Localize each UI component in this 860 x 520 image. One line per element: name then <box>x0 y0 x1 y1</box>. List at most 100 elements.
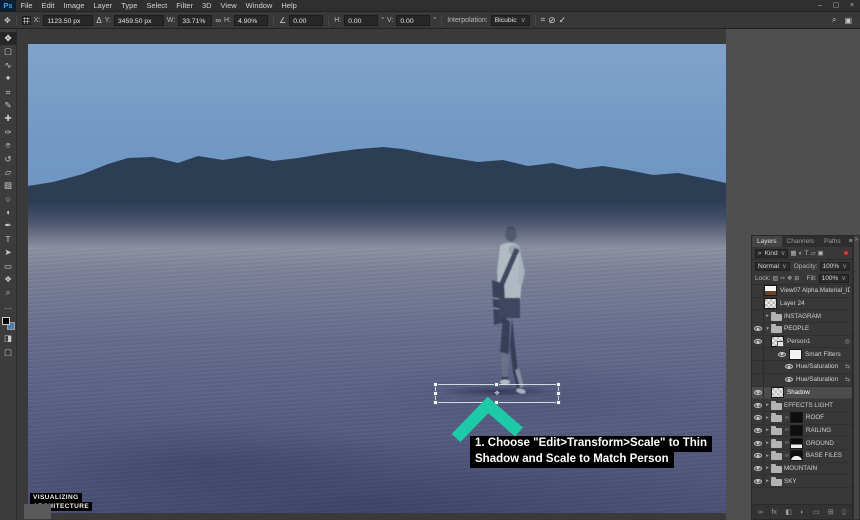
cancel-transform-icon[interactable]: ⊘ <box>548 15 556 26</box>
eye-icon[interactable] <box>785 377 793 382</box>
kind-filter-dropdown[interactable]: ⌕ Kind ∨ <box>755 249 788 258</box>
caret-right-icon[interactable]: ▸ <box>764 402 771 408</box>
layer-row-person1[interactable]: Person1◎ <box>752 336 852 349</box>
lock-transparency-icon[interactable]: ▨ <box>773 275 779 282</box>
layer-row-effects-light[interactable]: ▸EFFECTS LIGHT <box>752 399 852 412</box>
warp-mode-icon[interactable]: ⌗ <box>541 15 546 25</box>
quick-mask-icon[interactable]: ◨ <box>0 332 17 345</box>
caret-right-icon[interactable]: ▸ <box>764 427 771 433</box>
color-swatches[interactable] <box>2 317 15 330</box>
foreground-color-swatch[interactable] <box>2 317 10 325</box>
visibility-toggle[interactable] <box>752 361 764 373</box>
caret-right-icon[interactable]: ▸ <box>764 453 771 459</box>
caret-right-icon[interactable]: ▸ <box>764 415 771 421</box>
screen-mode-icon[interactable]: ▢ <box>0 346 17 359</box>
status-zoom-box[interactable] <box>24 504 51 519</box>
eye-icon[interactable] <box>785 364 793 369</box>
layer-style-icon[interactable]: fx <box>771 509 776 516</box>
maintain-aspect-icon[interactable]: ∞ <box>215 16 221 25</box>
menu-edit[interactable]: Edit <box>37 0 59 12</box>
visibility-toggle[interactable] <box>752 450 764 462</box>
history-brush-tool[interactable]: ↺ <box>0 153 17 166</box>
type-tool[interactable]: T <box>0 233 17 246</box>
dodge-tool[interactable]: ◖ <box>0 206 17 219</box>
layer-row-base-files[interactable]: ▸∞BASE FILES <box>752 450 852 463</box>
visibility-toggle[interactable] <box>752 310 764 322</box>
interpolation-dropdown[interactable]: Bicubic ∨ <box>491 15 530 26</box>
search-icon[interactable]: ⌕ <box>832 15 836 25</box>
relative-position-icon[interactable]: Δ <box>96 16 101 25</box>
visibility-toggle[interactable] <box>752 298 764 310</box>
quick-selection-tool[interactable]: ✦ <box>0 72 17 85</box>
transform-handle-w[interactable] <box>433 391 438 396</box>
v-skew-field[interactable]: 0.00 <box>396 15 430 26</box>
caret-right-icon[interactable]: ▸ <box>764 440 771 446</box>
menu-window[interactable]: Window <box>241 0 277 12</box>
eye-icon[interactable] <box>778 352 786 357</box>
filter-type-icon[interactable]: T <box>805 250 809 257</box>
restore-button[interactable]: ▢ <box>828 0 844 12</box>
layer-option-icon[interactable]: ⇆ <box>845 363 850 370</box>
add-mask-icon[interactable]: ◧ <box>785 508 792 516</box>
layer-row-smart-filters[interactable]: Smart Filters <box>752 348 852 361</box>
filter-smart-object-icon[interactable]: ▣ <box>818 249 824 257</box>
width-field[interactable]: 33.71% <box>178 15 212 26</box>
pen-tool[interactable]: ✒ <box>0 219 17 232</box>
hand-tool[interactable]: ❖ <box>0 273 17 286</box>
eyedropper-tool[interactable]: ✎ <box>0 99 17 112</box>
tab-channels[interactable]: Channels <box>782 236 819 247</box>
tab-layers[interactable]: Layers <box>752 236 782 247</box>
tool-preset-icon[interactable]: ✥ <box>4 16 11 25</box>
new-layer-icon[interactable]: ⊞ <box>828 508 834 516</box>
blend-mode-dropdown[interactable]: Normal ∨ <box>755 262 790 271</box>
visibility-toggle[interactable] <box>752 323 764 335</box>
path-selection-tool[interactable]: ➤ <box>0 246 17 259</box>
delete-layer-icon[interactable]: ▯ <box>842 508 846 516</box>
clone-stamp-tool[interactable]: ⍟ <box>0 139 17 152</box>
layer-row-railing[interactable]: ▸∞RAILING <box>752 425 852 438</box>
layer-row-layer-24[interactable]: Layer 24 <box>752 298 852 311</box>
visibility-toggle[interactable] <box>752 336 764 348</box>
visibility-toggle[interactable] <box>752 374 764 386</box>
transform-handle-n[interactable] <box>494 382 499 387</box>
tab-paths[interactable]: Paths <box>819 236 846 247</box>
commit-transform-icon[interactable]: ✓ <box>559 15 567 26</box>
caret-right-icon[interactable]: ▸ <box>764 313 771 319</box>
menu-view[interactable]: View <box>216 0 241 12</box>
layer-row-mountain[interactable]: ▸MOUNTAIN <box>752 463 852 476</box>
workspace-switcher-icon[interactable]: ▣ <box>844 16 852 25</box>
layer-row-roof[interactable]: ▸∞ROOF <box>752 412 852 425</box>
adjustment-layer-icon[interactable]: ◐ <box>800 509 804 516</box>
visibility-toggle[interactable] <box>752 475 764 487</box>
menu-image[interactable]: Image <box>59 0 89 12</box>
menu-select[interactable]: Select <box>142 0 172 12</box>
marquee-tool[interactable]: ▢ <box>0 45 17 58</box>
layer-row-view07-alpha-material-id[interactable]: View07 Alpha.Material_ID <box>752 285 852 298</box>
layer-row-instagram[interactable]: ▸INSTAGRAM <box>752 310 852 323</box>
visibility-toggle[interactable] <box>752 387 764 399</box>
document-canvas[interactable]: ⌖ 1. Choose "Edit>Transform>Scale" to Th… <box>28 44 726 513</box>
filtering-toggle[interactable] <box>843 250 849 256</box>
layer-row-shadow[interactable]: Shadow <box>752 387 852 400</box>
visibility-toggle[interactable] <box>752 285 764 297</box>
opacity-dropdown[interactable]: 100% ∨ <box>820 262 850 271</box>
visibility-toggle[interactable] <box>752 437 764 449</box>
menu-type[interactable]: Type <box>117 0 142 12</box>
lock-all-icon[interactable]: ⊞ <box>794 275 799 282</box>
layer-row-people[interactable]: ▾PEOPLE <box>752 323 852 336</box>
shape-tool[interactable]: ▭ <box>0 260 17 273</box>
fill-dropdown[interactable]: 100% ∨ <box>819 274 849 283</box>
reference-point-locator[interactable] <box>22 16 31 25</box>
h-skew-field[interactable]: 0.00 <box>344 15 378 26</box>
crop-tool[interactable]: ⌗ <box>0 86 17 99</box>
visibility-toggle[interactable] <box>752 399 764 411</box>
more-tools[interactable]: … <box>0 300 17 313</box>
menu-layer[interactable]: Layer <box>89 0 117 12</box>
move-tool[interactable]: ✥ <box>0 32 17 45</box>
transform-handle-ne[interactable] <box>556 382 561 387</box>
transform-handle-e[interactable] <box>556 391 561 396</box>
visibility-toggle[interactable] <box>752 425 764 437</box>
layer-row-ground[interactable]: ▸∞GROUND <box>752 437 852 450</box>
blur-tool[interactable]: ○ <box>0 193 17 206</box>
rotation-field[interactable]: 0.00 <box>289 15 323 26</box>
